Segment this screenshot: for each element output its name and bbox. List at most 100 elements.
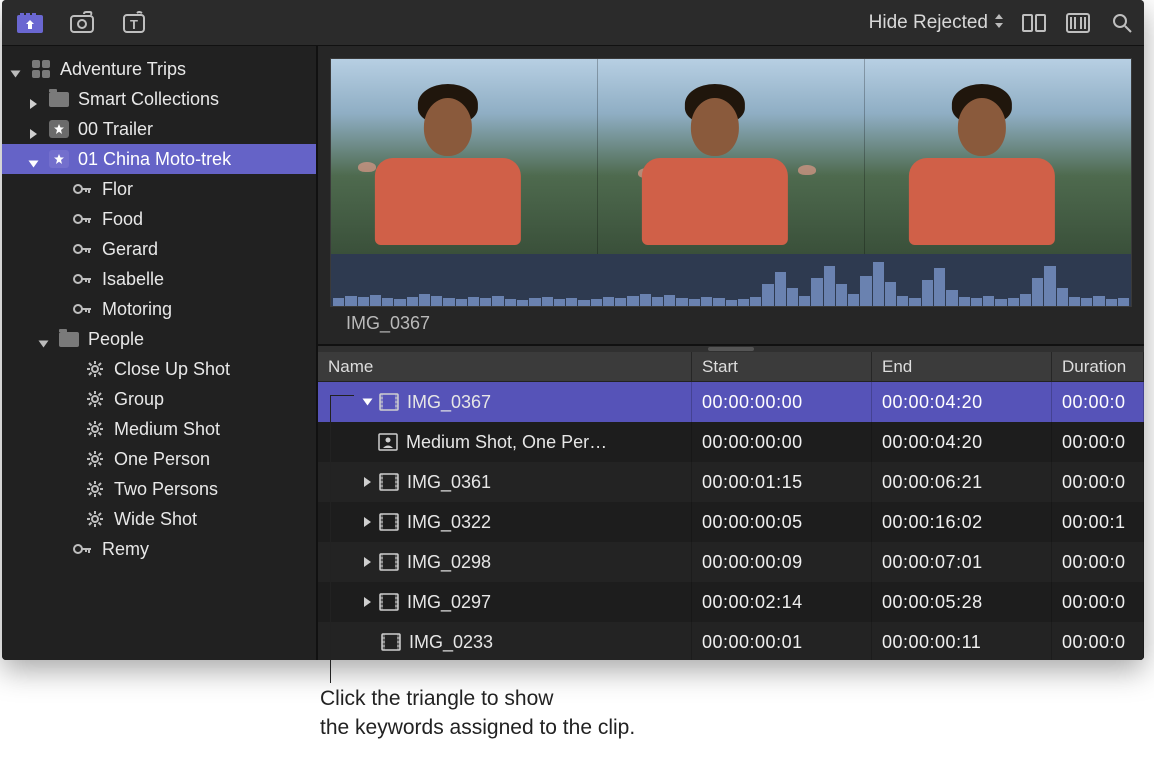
thumbnail-strip[interactable] (331, 59, 1131, 254)
sidebar-item-label: People (88, 329, 144, 350)
sidebar-smart-collection-item[interactable]: Two Persons (2, 474, 316, 504)
titles-generators-browser-button[interactable]: T (120, 9, 148, 37)
library-row[interactable]: Adventure Trips (2, 54, 316, 84)
clip-keyword-subrow[interactable]: Medium Shot, One Per…00:00:00:0000:00:04… (318, 422, 1144, 462)
disclosure-triangle-icon[interactable] (364, 517, 371, 527)
start-timecode: 00:00:02:14 (702, 592, 803, 613)
sidebar-smart-collection-item[interactable]: One Person (2, 444, 316, 474)
sidebar-smart-collection-item[interactable]: Medium Shot (2, 414, 316, 444)
clip-icon (379, 553, 399, 571)
sidebar-folder-people[interactable]: People (2, 324, 316, 354)
clip-list-row[interactable]: IMG_032200:00:00:0500:00:16:0200:00:1 (318, 502, 1144, 542)
disclosure-triangle-icon[interactable] (364, 597, 371, 607)
sidebar-keyword-item[interactable]: Remy (2, 534, 316, 564)
clip-name-label: IMG_0322 (407, 512, 491, 533)
clip-list-row[interactable]: IMG_036700:00:00:0000:00:04:2000:00:0 (318, 382, 1144, 422)
sidebar-item-label: Group (114, 389, 164, 410)
thumbnail-frame[interactable] (865, 59, 1131, 254)
sidebar-smart-collection-item[interactable]: Wide Shot (2, 504, 316, 534)
clip-name-label: IMG_0361 (407, 472, 491, 493)
duration-timecode: 00:00:0 (1062, 592, 1126, 613)
duration-timecode: 00:00:0 (1062, 392, 1126, 413)
sidebar-keyword-item[interactable]: Food (2, 204, 316, 234)
disclosure-triangle-icon[interactable] (12, 63, 24, 75)
photos-audio-browser-button[interactable] (68, 9, 96, 37)
callout-connector (330, 395, 331, 683)
end-timecode: 00:00:16:02 (882, 512, 983, 533)
sidebar-keyword-item[interactable]: Isabelle (2, 264, 316, 294)
end-timecode: 00:00:04:20 (882, 392, 983, 413)
disclosure-triangle-icon[interactable] (30, 93, 42, 105)
disclosure-triangle-icon[interactable] (30, 123, 42, 135)
sidebar-item-label: Close Up Shot (114, 359, 230, 380)
disclosure-triangle-icon[interactable] (364, 557, 371, 567)
callout-connector (330, 395, 354, 396)
disclosure-triangle-icon[interactable] (30, 153, 42, 165)
clip-icon (379, 393, 399, 411)
sidebar-item-label: Smart Collections (78, 89, 219, 110)
clip-list-row[interactable]: IMG_023300:00:00:0100:00:00:1100:00:0 (318, 622, 1144, 660)
key-icon (72, 239, 94, 259)
sidebar-item-trailer-event[interactable]: 00 Trailer (2, 114, 316, 144)
start-timecode: 00:00:01:15 (702, 472, 803, 493)
clip-name-label: IMG_0298 (407, 552, 491, 573)
sidebar-keyword-item[interactable]: Flor (2, 174, 316, 204)
toolbar-right-group: Hide Rejected (869, 9, 1136, 37)
filmstrip-area: IMG_0367 (318, 46, 1144, 344)
annotation-line2: the keywords assigned to the clip. (320, 713, 635, 742)
clip-list-row[interactable]: IMG_029800:00:00:0900:00:07:0100:00:0 (318, 542, 1144, 582)
gear-icon (84, 419, 106, 439)
duration-timecode: 00:00:0 (1062, 432, 1126, 453)
clip-list-row[interactable]: IMG_036100:00:01:1500:00:06:2100:00:0 (318, 462, 1144, 502)
sidebar-item-label: 01 China Moto-trek (78, 149, 231, 170)
clip-filter-dropdown[interactable]: Hide Rejected (869, 12, 1004, 34)
library-sidebar[interactable]: Adventure Trips Smart Collections 00 Tra… (2, 46, 318, 660)
sidebar-item-china-event[interactable]: 01 China Moto-trek (2, 144, 316, 174)
clip-icon (381, 633, 401, 651)
column-header-name[interactable]: Name (318, 352, 692, 381)
clip-appearance-button[interactable] (1020, 9, 1048, 37)
clip-name-label: Medium Shot, One Per… (406, 432, 607, 453)
disclosure-triangle-icon[interactable] (40, 333, 52, 345)
sidebar-item-label: Gerard (102, 239, 158, 260)
list-header-row: Name Start End Duration (318, 352, 1144, 382)
clip-name-label: IMG_0367 (407, 392, 491, 413)
sidebar-smart-collection-item[interactable]: Close Up Shot (2, 354, 316, 384)
thumbnail-frame[interactable] (331, 59, 598, 254)
sidebar-item-label: Food (102, 209, 143, 230)
toolbar-left-group: T (10, 9, 148, 37)
clip-name-label: IMG_0297 (407, 592, 491, 613)
sidebar-keyword-item[interactable]: Gerard (2, 234, 316, 264)
column-header-end[interactable]: End (872, 352, 1052, 381)
thumbnail-frame[interactable] (598, 59, 865, 254)
clip-icon (379, 513, 399, 531)
gear-icon (84, 359, 106, 379)
clip-name-label: IMG_0367 (330, 307, 1132, 344)
sidebar-item-smart-collections[interactable]: Smart Collections (2, 84, 316, 114)
clip-list-row[interactable]: IMG_029700:00:02:1400:00:05:2800:00:0 (318, 582, 1144, 622)
search-button[interactable] (1108, 9, 1136, 37)
sidebar-smart-collection-item[interactable]: Group (2, 384, 316, 414)
folder-icon (58, 329, 80, 349)
clip-list-body[interactable]: IMG_036700:00:00:0000:00:04:2000:00:0Med… (318, 382, 1144, 660)
duration-timecode: 00:00:0 (1062, 472, 1126, 493)
clip-filter-label: Hide Rejected (869, 12, 988, 34)
disclosure-triangle-icon[interactable] (364, 477, 371, 487)
sidebar-item-label: Remy (102, 539, 149, 560)
people-analysis-icon (378, 433, 398, 451)
disclosure-triangle-icon[interactable] (363, 399, 373, 406)
clip-list-area: Name Start End Duration IMG_036700:00:00… (318, 344, 1144, 660)
sidebar-keyword-item[interactable]: Motoring (2, 294, 316, 324)
list-view-button[interactable] (1064, 9, 1092, 37)
clip-filmstrip[interactable] (330, 58, 1132, 307)
column-header-duration[interactable]: Duration (1052, 352, 1144, 381)
column-header-start[interactable]: Start (692, 352, 872, 381)
media-browser-button[interactable] (16, 9, 44, 37)
browser-main: IMG_0367 Name Start End Duration IMG_036… (318, 46, 1144, 660)
start-timecode: 00:00:00:01 (702, 632, 803, 653)
key-icon (72, 299, 94, 319)
start-timecode: 00:00:00:05 (702, 512, 803, 533)
annotation-text: Click the triangle to show the keywords … (320, 684, 635, 743)
audio-waveform[interactable] (331, 254, 1131, 306)
library-icon (30, 59, 52, 79)
